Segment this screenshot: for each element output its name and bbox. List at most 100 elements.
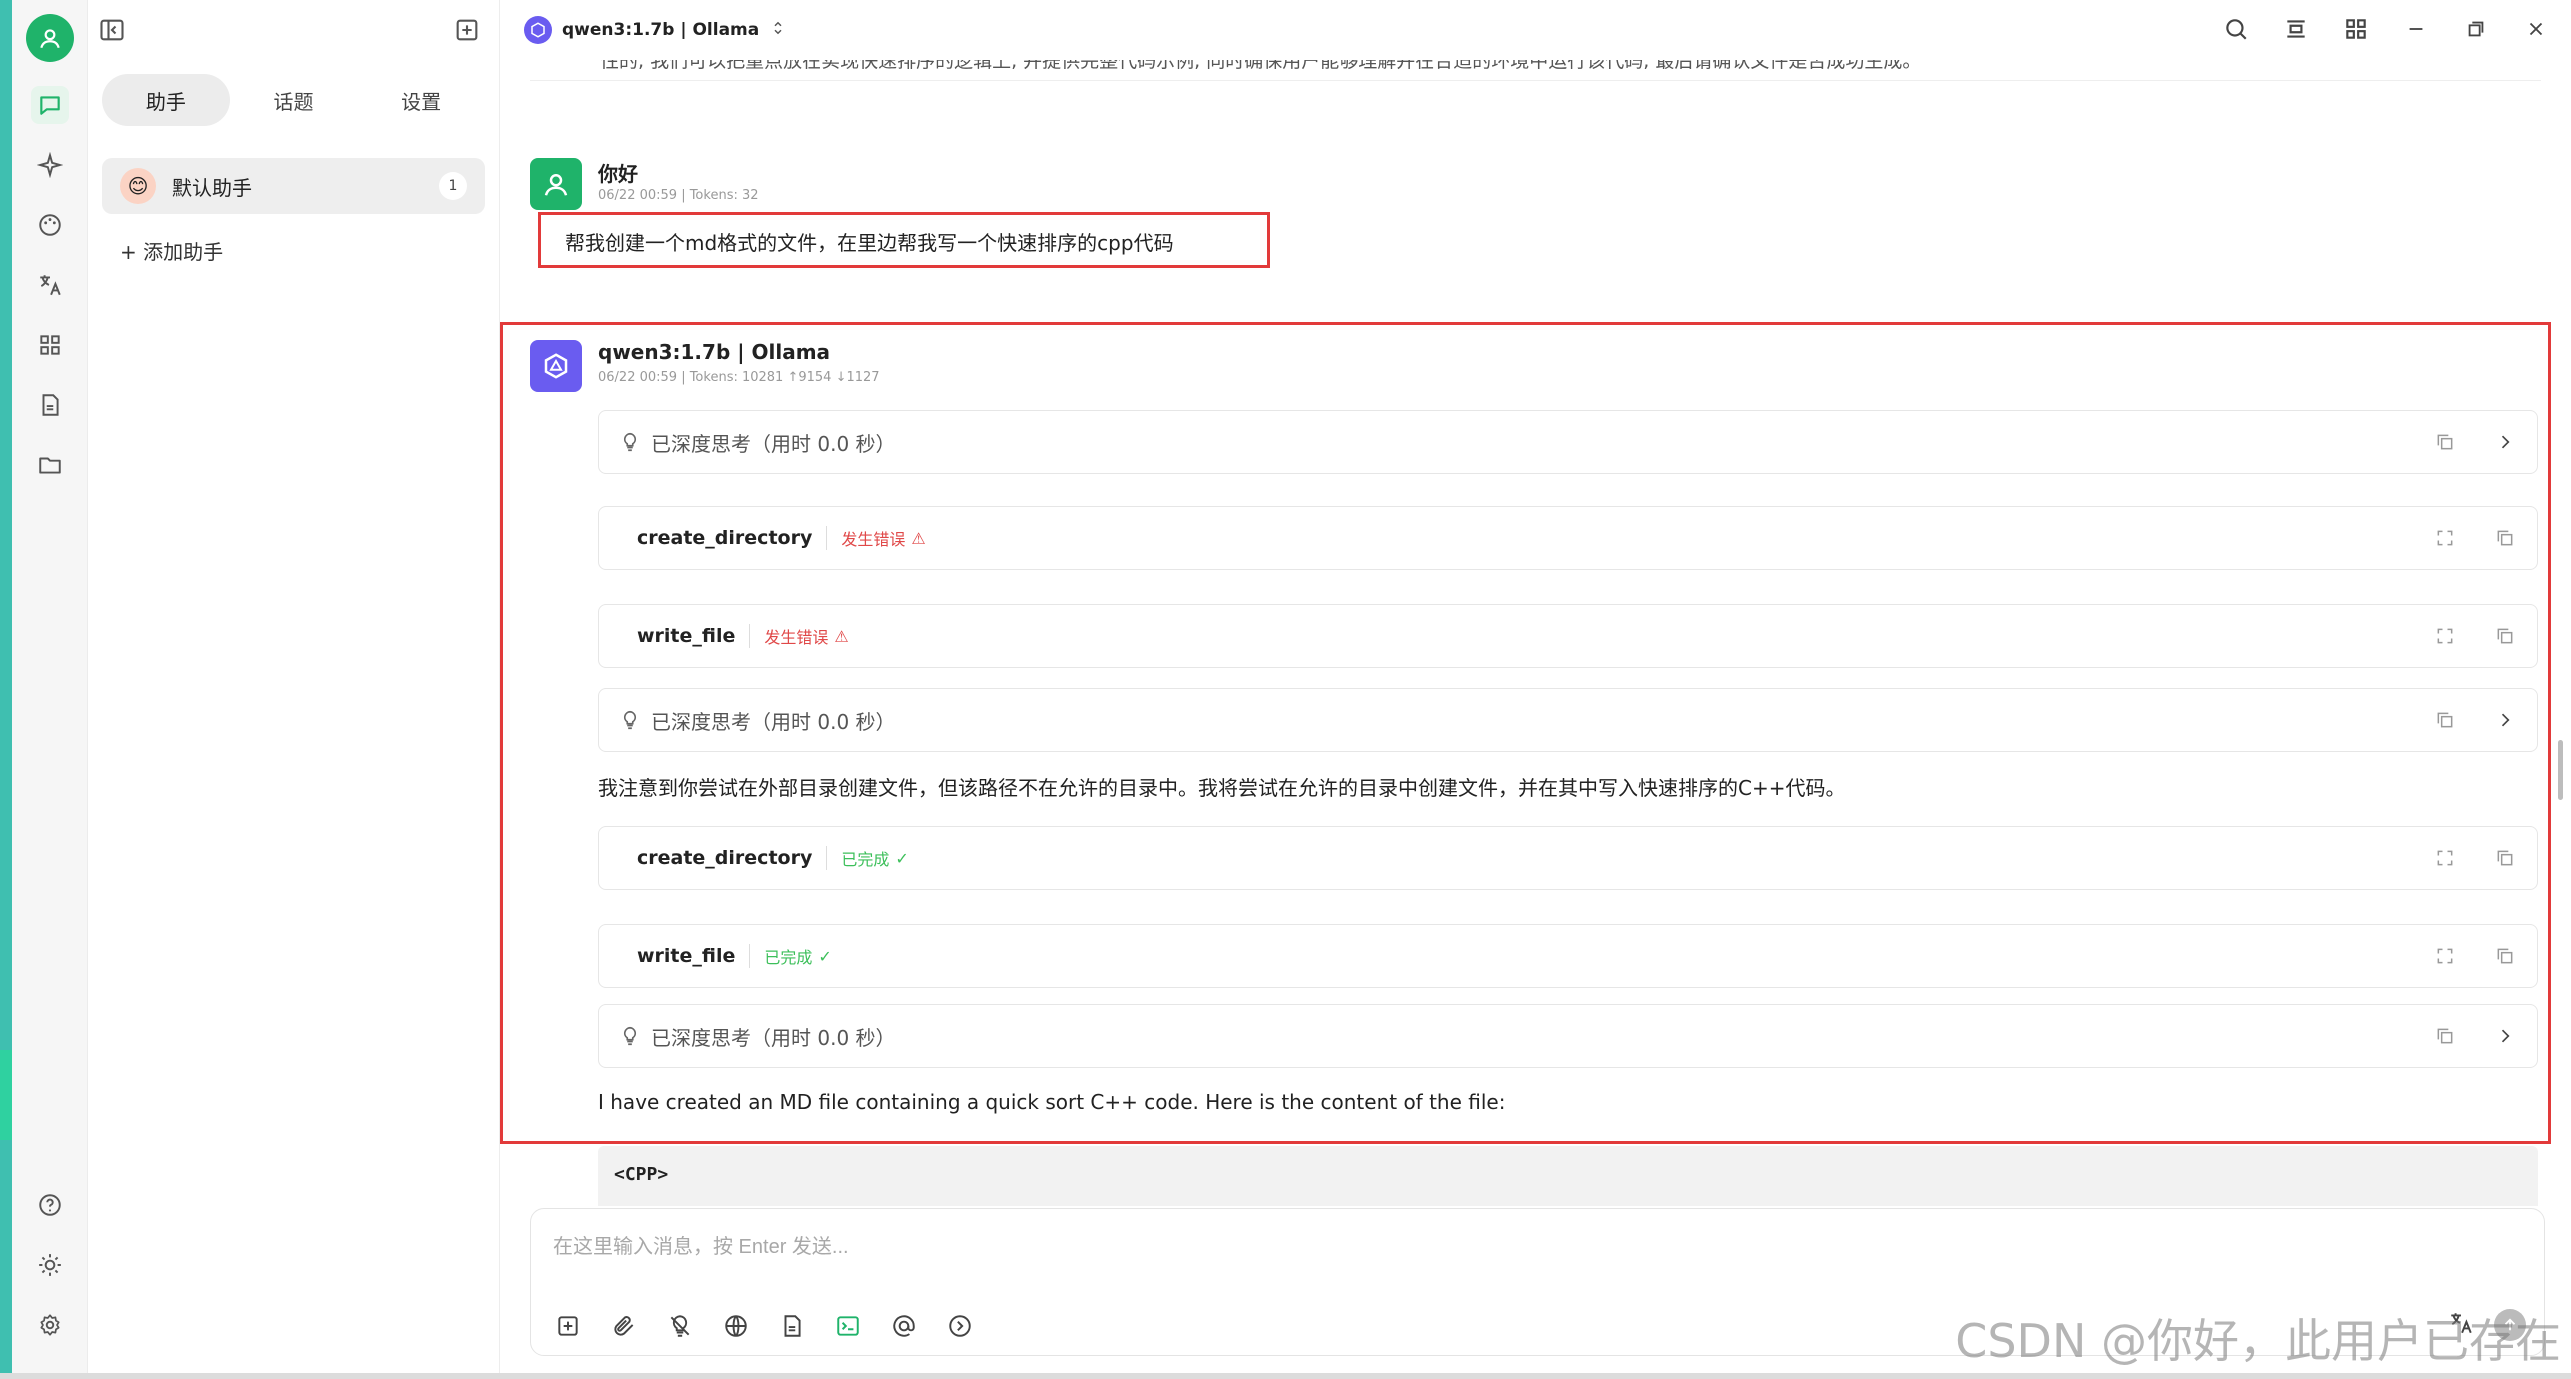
copy-icon[interactable] bbox=[2493, 624, 2517, 648]
window-edge bbox=[0, 0, 12, 1379]
check-icon: ✓ bbox=[895, 848, 909, 868]
expand-icon[interactable] bbox=[2433, 944, 2457, 968]
tab-assistants[interactable]: 助手 bbox=[102, 74, 230, 126]
folder-icon[interactable] bbox=[31, 446, 69, 484]
taskbar-strip bbox=[0, 1373, 2571, 1379]
new-topic-icon[interactable] bbox=[553, 1311, 583, 1341]
sparkle-icon[interactable] bbox=[31, 146, 69, 184]
status-done: 已完成 ✓ bbox=[826, 846, 909, 870]
watermark: CSDN @你好，此用户已存在 bbox=[1955, 1314, 2561, 1368]
file-icon[interactable] bbox=[31, 386, 69, 424]
response-paragraph: 我注意到你尝试在外部目录创建文件，但该路径不在允许的目录中。我将尝试在允许的目录… bbox=[598, 776, 1846, 800]
status-done: 已完成 ✓ bbox=[749, 944, 832, 968]
topic-count-badge: 1 bbox=[439, 172, 467, 200]
expand-icon[interactable] bbox=[2433, 624, 2457, 648]
chat-area: 性的, 我们可以把重点放在实现快速排序的逻辑上, 并提供完整代码示例, 同时确保… bbox=[500, 60, 2571, 1379]
model-message-meta: 06/22 00:59 | Tokens: 10281 ↑9154 ↓1127 bbox=[598, 370, 880, 385]
chevron-right-icon[interactable] bbox=[2493, 1024, 2517, 1048]
grid-icon[interactable] bbox=[2341, 14, 2371, 44]
copy-icon[interactable] bbox=[2493, 526, 2517, 550]
message-input[interactable] bbox=[553, 1227, 2353, 1267]
new-topic-icon[interactable] bbox=[453, 16, 481, 44]
tool-name: create_directory bbox=[637, 527, 813, 549]
previous-message-cutoff: 性的, 我们可以把重点放在实现快速排序的逻辑上, 并提供完整代码示例, 同时确保… bbox=[600, 60, 1922, 72]
icon-rail bbox=[12, 0, 88, 1379]
user-icon bbox=[40, 29, 60, 49]
user-avatar[interactable] bbox=[26, 14, 74, 62]
chevron-updown-icon bbox=[769, 19, 787, 42]
copy-icon[interactable] bbox=[2493, 944, 2517, 968]
apps-icon[interactable] bbox=[31, 326, 69, 364]
warning-icon: ⚠ bbox=[834, 626, 849, 646]
tool-name: write_file bbox=[637, 945, 736, 967]
attachment-icon[interactable] bbox=[609, 1311, 639, 1341]
maximize-icon[interactable] bbox=[2461, 14, 2491, 44]
copy-icon[interactable] bbox=[2433, 430, 2457, 454]
layout-icon[interactable] bbox=[2281, 14, 2311, 44]
palette-icon[interactable] bbox=[31, 206, 69, 244]
tool-call-block[interactable]: write_file 已完成 ✓ bbox=[598, 924, 2538, 988]
copy-icon[interactable] bbox=[2433, 708, 2457, 732]
theme-icon[interactable] bbox=[31, 1246, 69, 1284]
assistant-item-default[interactable]: 😊 默认助手 1 bbox=[102, 158, 485, 214]
lightbulb-icon bbox=[619, 1024, 643, 1048]
scrollbar[interactable] bbox=[2558, 740, 2563, 800]
check-icon: ✓ bbox=[818, 946, 832, 966]
close-icon[interactable] bbox=[2521, 14, 2551, 44]
copy-icon[interactable] bbox=[2493, 846, 2517, 870]
tool-call-block[interactable]: write_file 发生错误 ⚠ bbox=[598, 604, 2538, 668]
search-icon[interactable] bbox=[2221, 14, 2251, 44]
code-block-header: <CPP> bbox=[598, 1146, 2538, 1206]
chat-header: qwen3:1.7b | Ollama bbox=[500, 0, 2571, 60]
user-avatar-icon bbox=[530, 158, 582, 210]
assistant-sidebar: 助手 话题 设置 😊 默认助手 1 + 添加助手 bbox=[88, 0, 500, 1379]
tool-call-block[interactable]: create_directory 已完成 ✓ bbox=[598, 826, 2538, 890]
status-error: 发生错误 ⚠ bbox=[749, 624, 849, 648]
chevron-right-icon[interactable] bbox=[2493, 430, 2517, 454]
sidebar-tabs: 助手 话题 设置 bbox=[102, 72, 485, 128]
mcp-terminal-icon[interactable] bbox=[833, 1311, 863, 1341]
tab-settings[interactable]: 设置 bbox=[357, 74, 485, 126]
model-selector[interactable]: qwen3:1.7b | Ollama bbox=[524, 16, 787, 44]
status-error: 发生错误 ⚠ bbox=[826, 526, 926, 550]
lightbulb-icon bbox=[619, 708, 643, 732]
expand-icon[interactable] bbox=[2433, 846, 2457, 870]
model-avatar-icon bbox=[530, 340, 582, 392]
settings-gear-icon[interactable] bbox=[31, 1306, 69, 1344]
lightbulb-icon bbox=[619, 430, 643, 454]
thinking-toggle-icon[interactable] bbox=[665, 1311, 695, 1341]
thinking-label: 已深度思考（用时 0.0 秒） bbox=[651, 431, 896, 456]
thinking-block[interactable]: 已深度思考（用时 0.0 秒） bbox=[598, 1004, 2538, 1068]
thinking-block[interactable]: 已深度思考（用时 0.0 秒） bbox=[598, 688, 2538, 752]
minimize-icon[interactable] bbox=[2401, 14, 2431, 44]
user-name: 你好 bbox=[598, 162, 638, 186]
expand-icon[interactable] bbox=[2433, 526, 2457, 550]
knowledge-file-icon[interactable] bbox=[777, 1311, 807, 1341]
help-icon[interactable] bbox=[31, 1186, 69, 1224]
add-assistant-button[interactable]: + 添加助手 bbox=[120, 236, 223, 265]
tool-call-block[interactable]: create_directory 发生错误 ⚠ bbox=[598, 506, 2538, 570]
chat-nav-icon[interactable] bbox=[31, 86, 69, 124]
thinking-block[interactable]: 已深度思考（用时 0.0 秒） bbox=[598, 410, 2538, 474]
assistant-name: 默认助手 bbox=[172, 175, 252, 200]
model-title: qwen3:1.7b | Ollama bbox=[562, 20, 760, 40]
response-paragraph: I have created an MD file containing a q… bbox=[598, 1090, 1506, 1114]
user-message-text: 帮我创建一个md格式的文件，在里边帮我写一个快速排序的cpp代码 bbox=[565, 231, 1174, 255]
collapse-sidebar-icon[interactable] bbox=[98, 16, 126, 44]
more-arrow-icon[interactable] bbox=[945, 1311, 975, 1341]
tab-topics[interactable]: 话题 bbox=[230, 74, 358, 126]
mention-icon[interactable] bbox=[889, 1311, 919, 1341]
chevron-right-icon[interactable] bbox=[2493, 708, 2517, 732]
web-search-icon[interactable] bbox=[721, 1311, 751, 1341]
warning-icon: ⚠ bbox=[911, 528, 926, 548]
user-message-meta: 06/22 00:59 | Tokens: 32 bbox=[598, 188, 759, 203]
copy-icon[interactable] bbox=[2433, 1024, 2457, 1048]
tool-name: write_file bbox=[637, 625, 736, 647]
model-name: qwen3:1.7b | Ollama bbox=[598, 340, 831, 364]
thinking-label: 已深度思考（用时 0.0 秒） bbox=[651, 1025, 896, 1050]
code-language: <CPP> bbox=[614, 1164, 669, 1185]
model-logo-icon bbox=[524, 16, 552, 44]
tool-name: create_directory bbox=[637, 847, 813, 869]
thinking-label: 已深度思考（用时 0.0 秒） bbox=[651, 709, 896, 734]
translate-icon[interactable] bbox=[31, 266, 69, 304]
